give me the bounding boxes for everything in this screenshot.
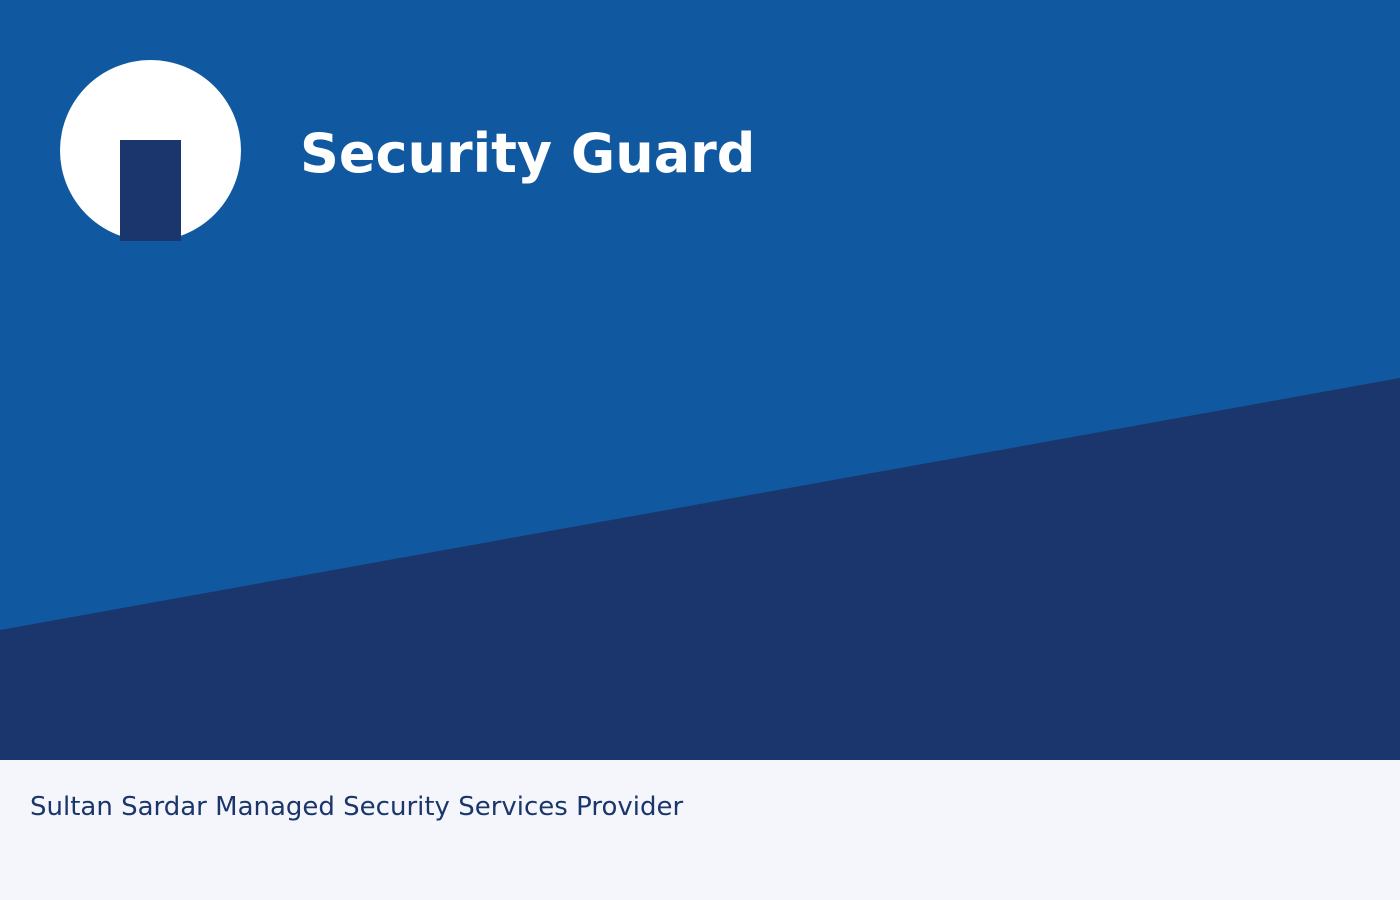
footer: Sultan Sardar Managed Security Services … xyxy=(0,760,1400,900)
logo-door xyxy=(120,140,181,241)
security-guard-logo-icon xyxy=(60,60,241,241)
page-title: Security Guard xyxy=(300,122,756,185)
footer-text: Sultan Sardar Managed Security Services … xyxy=(30,792,684,822)
hero-banner: Security Guard xyxy=(0,0,1400,760)
